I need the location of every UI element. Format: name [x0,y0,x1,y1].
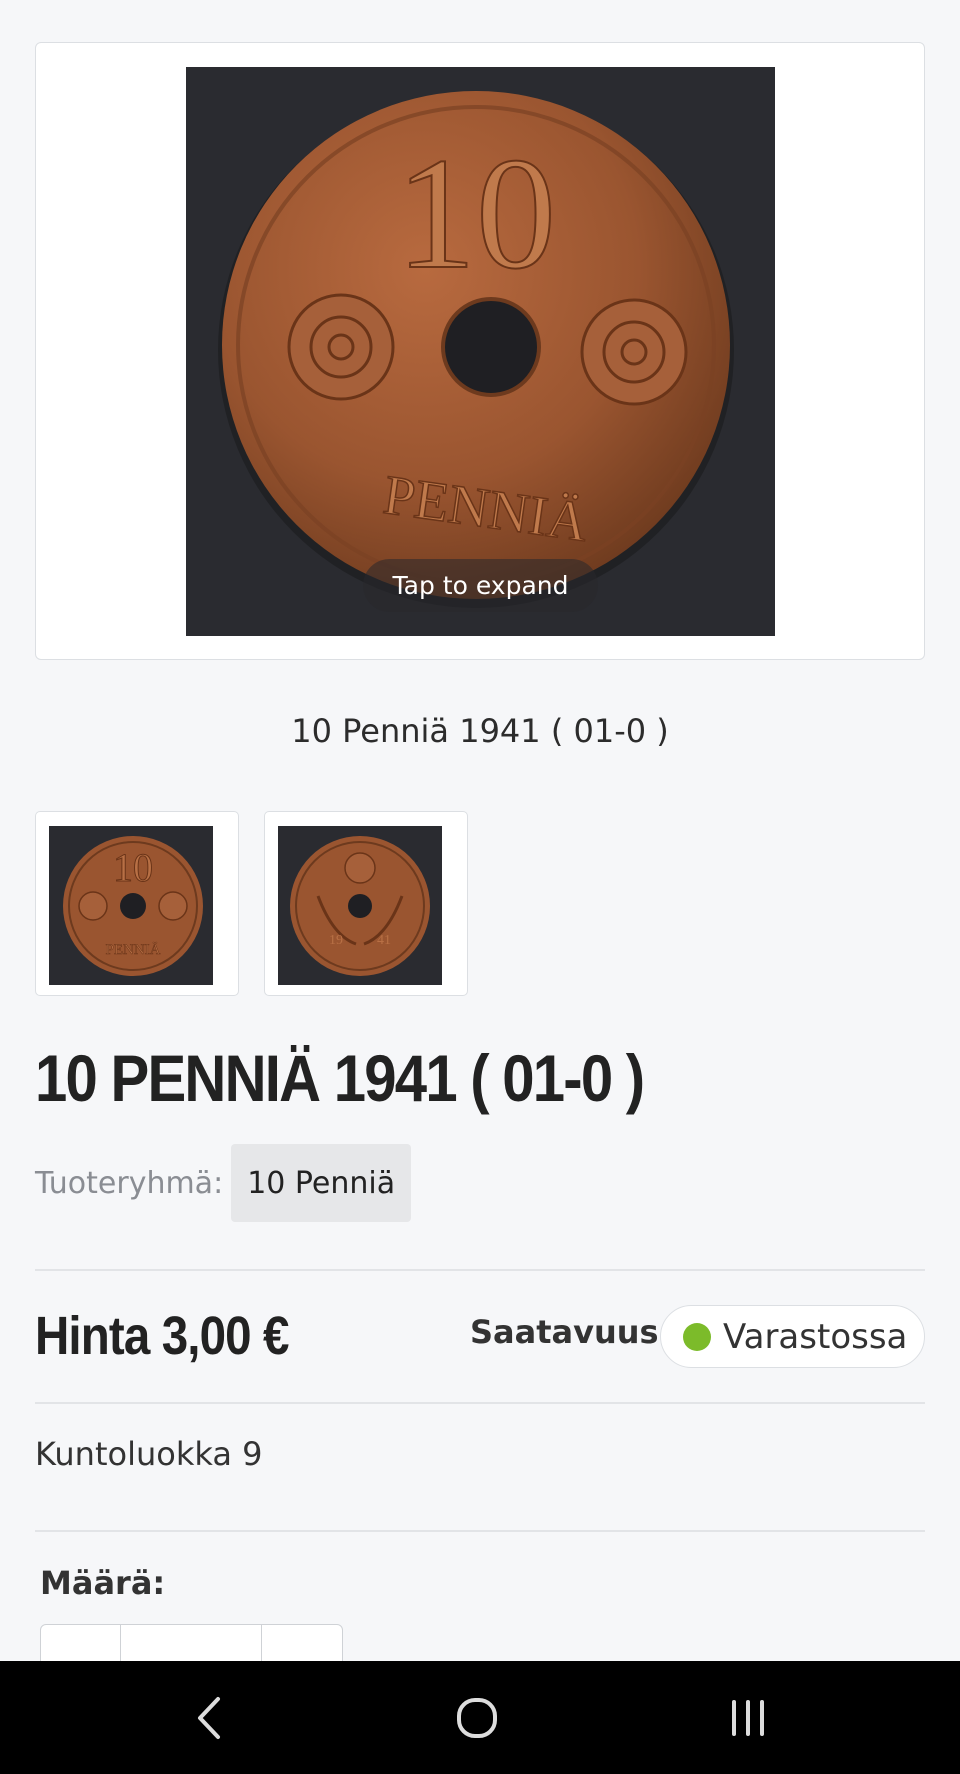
recents-icon[interactable] [688,1661,808,1774]
stock-status-text: Varastossa [723,1316,908,1357]
coin-obverse-image: 10 PENNIÄ [186,67,775,636]
svg-text:10: 10 [113,845,153,890]
svg-text:10: 10 [396,124,556,302]
in-stock-dot-icon [683,1322,711,1351]
thumbnail-reverse[interactable]: 19 41 [264,811,468,996]
svg-text:41: 41 [377,933,391,948]
product-group-link[interactable]: 10 Penniä [231,1144,412,1222]
svg-text:19: 19 [329,933,343,948]
image-caption: 10 Penniä 1941 ( 01-0 ) [291,712,669,750]
product-price: Hinta 3,00 € [35,1306,289,1366]
product-group-row: Tuoteryhmä: 10 Penniä [35,1144,412,1222]
system-navigation-bar [0,1661,960,1774]
back-icon[interactable] [150,1661,270,1774]
stock-status-badge: Varastossa [660,1305,925,1368]
thumbnail-reverse-image: 19 41 [278,826,442,985]
tap-to-expand-label[interactable]: Tap to expand [362,559,599,612]
condition-grade: Kuntoluokka 9 [35,1435,263,1473]
divider [35,1530,925,1532]
product-title: 10 PENNIÄ 1941 ( 01-0 ) [35,1041,645,1115]
home-icon[interactable] [417,1661,537,1774]
availability-label: Saatavuus [470,1313,659,1351]
coin-main-photo[interactable]: 10 PENNIÄ Tap to expand [186,67,775,636]
svg-text:PENNIÄ: PENNIÄ [106,941,161,958]
divider [35,1402,925,1404]
quantity-label: Määrä: [40,1564,166,1602]
divider [35,1269,925,1271]
thumbnail-obverse-image: 10 PENNIÄ [49,826,213,985]
product-group-label: Tuoteryhmä: [35,1165,224,1201]
product-image-card[interactable]: 10 PENNIÄ Tap to expand [35,42,925,660]
thumbnail-obverse[interactable]: 10 PENNIÄ [35,811,239,996]
